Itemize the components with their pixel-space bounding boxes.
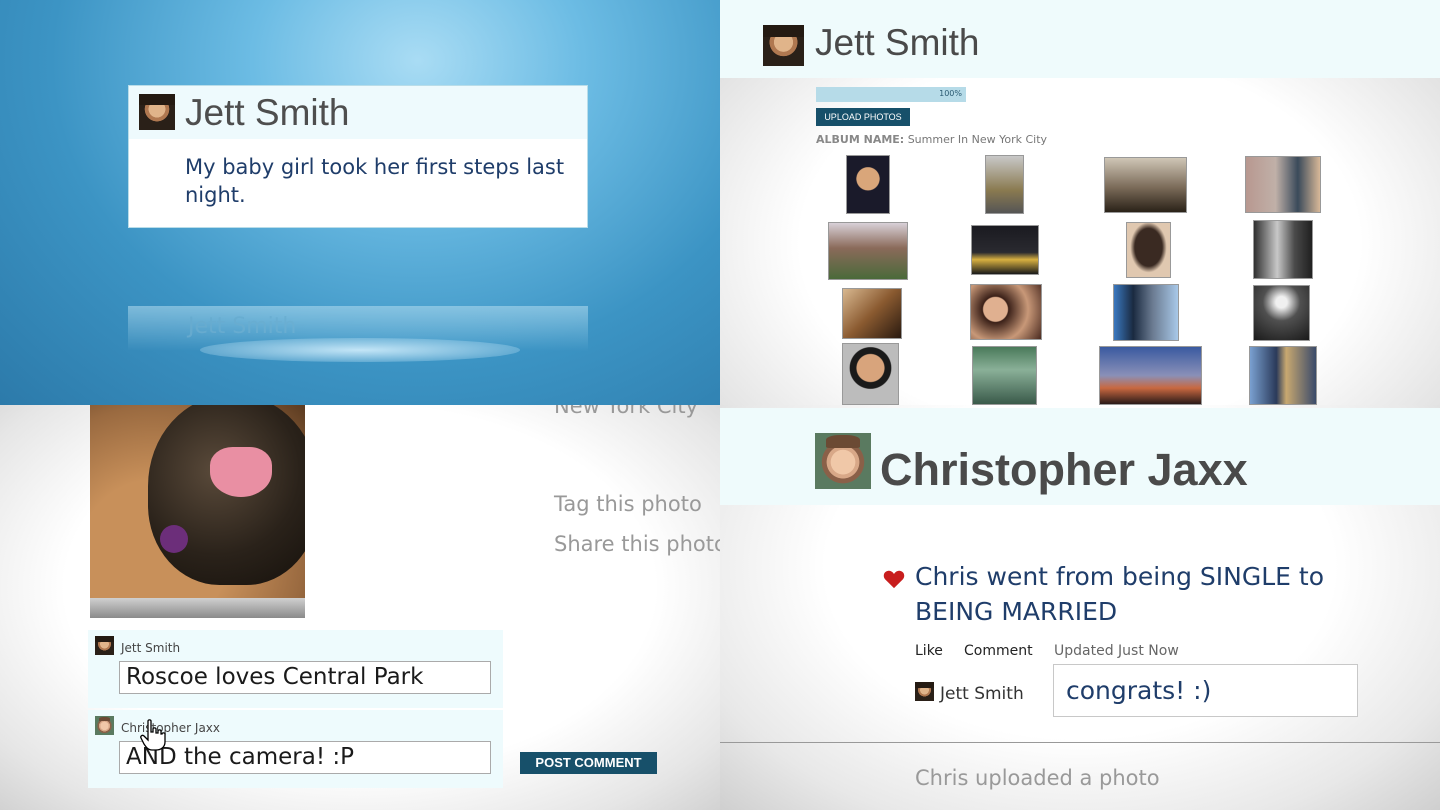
status-post-card[interactable]: Jett Smith My baby girl took her first s… — [128, 85, 588, 228]
album-name-value[interactable]: Summer In New York City — [908, 133, 1047, 146]
tag-photo-link[interactable]: Tag this photo — [554, 492, 702, 516]
album-thumbnail[interactable] — [828, 222, 908, 280]
author-avatar[interactable] — [139, 94, 175, 130]
upload-progress-label: 100% — [939, 89, 962, 98]
post-text: My baby girl took her first steps last n… — [185, 155, 565, 207]
profile-avatar[interactable] — [815, 433, 871, 489]
album-thumbnail[interactable] — [1249, 346, 1317, 405]
dog-head — [148, 405, 305, 585]
reflection-name: Jett Smith — [188, 314, 297, 339]
album-thumbnail[interactable] — [1253, 220, 1313, 279]
commenter-avatar[interactable] — [95, 716, 114, 735]
like-link[interactable]: Like — [915, 643, 943, 659]
hand-cursor-icon — [140, 719, 166, 751]
album-thumbnail[interactable] — [1245, 156, 1321, 213]
profile-name[interactable]: Jett Smith — [815, 22, 980, 64]
status-update-text: Chris went from being SINGLE to BEING MA… — [915, 562, 1324, 626]
heart-icon — [883, 570, 905, 589]
commenter-name[interactable]: Christopher Jaxx — [121, 721, 220, 735]
comment-item: Jett Smith Roscoe loves Central Park — [88, 630, 503, 708]
post-comment-button[interactable]: POST COMMENT — [520, 752, 657, 774]
profile-avatar[interactable] — [763, 25, 804, 66]
album-thumbnail[interactable] — [1126, 222, 1171, 278]
album-thumbnail[interactable] — [842, 288, 902, 339]
profile-name[interactable]: Christopher Jaxx — [880, 444, 1248, 496]
album-thumbnail[interactable] — [842, 343, 899, 405]
upload-progress-bar: 100% — [816, 87, 966, 102]
feed-divider — [720, 742, 1440, 743]
commenter-avatar[interactable] — [95, 636, 114, 655]
album-thumbnail[interactable] — [1253, 285, 1310, 341]
album-thumbnail[interactable] — [846, 155, 890, 214]
photo-comments-panel: New York City Tag this photo Share this … — [0, 405, 720, 810]
comment-text-field[interactable]: Roscoe loves Central Park — [119, 661, 491, 694]
album-thumbnail[interactable] — [985, 155, 1024, 214]
album-thumbnail[interactable] — [970, 284, 1042, 340]
comment-link[interactable]: Comment — [964, 643, 1033, 659]
album-thumbnail[interactable] — [1099, 346, 1202, 405]
profile-header: Christopher Jaxx — [720, 408, 1440, 505]
album-thumbnail[interactable] — [1113, 284, 1179, 341]
dog-collar — [160, 525, 188, 553]
share-photo-link[interactable]: Share this photo — [554, 532, 720, 556]
album-upload-panel: Jett Smith 100% UPLOAD PHOTOS ALBUM NAME… — [720, 0, 1440, 405]
commenter-name[interactable]: Jett Smith — [121, 641, 180, 655]
post-author-name[interactable]: Jett Smith — [185, 92, 350, 134]
commenter-avatar[interactable] — [915, 682, 934, 701]
feed-item-text[interactable]: Chris uploaded a photo — [915, 766, 1160, 790]
album-thumbnail[interactable] — [1104, 157, 1187, 213]
dog-tongue — [210, 447, 272, 497]
updated-timestamp: Updated Just Now — [1054, 643, 1179, 659]
photo-caption-location: New York City — [554, 405, 698, 418]
post-card-panel: Jett Smith My baby girl took her first s… — [0, 0, 720, 405]
album-thumbnail[interactable] — [971, 225, 1039, 275]
metal-rail — [90, 598, 305, 618]
album-name-line: ALBUM NAME: Summer In New York City — [816, 133, 1047, 146]
comment-text-field[interactable]: AND the camera! :P — [119, 741, 491, 774]
album-thumbnail[interactable] — [972, 346, 1037, 405]
comment-text-field[interactable]: congrats! :) — [1053, 664, 1358, 717]
profile-header: Jett Smith — [720, 0, 1440, 78]
dog-photo[interactable] — [90, 405, 305, 618]
floor-shine — [200, 338, 520, 362]
upload-photos-button[interactable]: UPLOAD PHOTOS — [816, 108, 910, 126]
commenter-name[interactable]: Jett Smith — [940, 684, 1024, 704]
album-name-label: ALBUM NAME: — [816, 133, 905, 146]
status-update-panel: Christopher Jaxx Chris went from being S… — [720, 405, 1440, 810]
